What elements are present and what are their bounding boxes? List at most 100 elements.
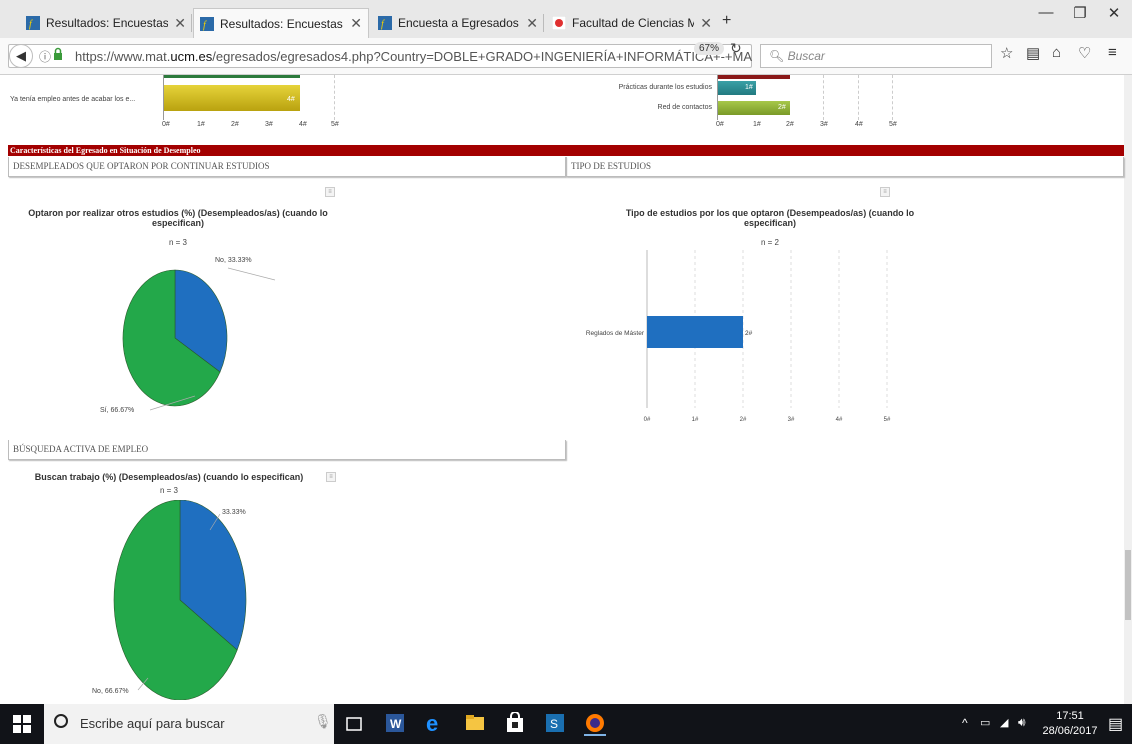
clock-date: 28/06/2017 [1042,725,1098,737]
word-icon[interactable]: W [384,712,406,734]
volume-icon[interactable]: 🔊︎ [1018,715,1026,730]
window-close-icon[interactable]: ✕ [1094,4,1132,22]
search-icon: 🔍︎ [769,49,785,63]
tab-title: Resultados: Encuestas a egr [220,16,344,31]
bar-row-label: Ya tenía empleo antes de acabar los e... [10,96,136,103]
tab-3[interactable]: f Encuesta a Egresados de la F ✕ [372,8,544,38]
chart-title: Tipo de estudios por los que optaron (De… [625,208,915,228]
pie-slices [122,269,228,407]
lock-icon[interactable] [53,47,63,64]
pie-chart-buscan-trabajo [113,500,247,700]
tab-2-active[interactable]: f Resultados: Encuestas a egr ✕ [193,8,369,38]
url-path: /egresados/egresados4.php?Country=DOBLE+… [212,49,753,64]
tick-label: 1# [753,121,761,128]
home-icon[interactable]: ⌂ [1052,44,1061,61]
category-label: Reglados de Máster [586,330,645,337]
microphone-icon[interactable]: 🎙︎ [314,713,332,730]
ucm-favicon-icon: f [26,16,40,30]
bar-value-label: 2# [778,104,786,111]
menu-icon[interactable]: ≡ [1108,44,1117,61]
tick-label: 0# [644,417,651,423]
tick-label: 5# [331,121,339,128]
tick-label: 2# [231,121,239,128]
close-icon[interactable]: ✕ [350,15,362,32]
vertical-scrollbar[interactable] [1124,75,1132,704]
close-icon[interactable]: ✕ [174,15,186,32]
tick-label: 3# [788,417,795,423]
svg-text:e: e [426,712,438,734]
faculty-favicon-icon [551,15,567,31]
chart-menu-icon[interactable]: ≡ [880,187,890,197]
pie-slices [113,500,247,700]
data-label: No, 33.33% [215,257,252,264]
bookmark-star-icon[interactable]: ☆ [1000,44,1013,62]
gridline [334,75,335,120]
windows-start-icon[interactable] [12,714,34,736]
url-prefix: https://www.mat. [75,49,171,64]
taskbar-clock[interactable]: 17:51 28/06/2017 [1040,709,1100,739]
close-icon[interactable]: ✕ [700,15,712,32]
data-label: 33.33% [222,509,246,516]
ucm-favicon-icon: f [378,16,392,30]
firefox-icon[interactable] [584,712,606,736]
tick-label: 5# [889,121,897,128]
chart-subtitle: n = 3 [159,486,178,495]
back-arrow-icon[interactable]: ◀ [9,44,33,68]
gridline [892,75,893,120]
tick-label: 4# [299,121,307,128]
chart-subtitle: n = 3 [168,238,187,247]
previous-bar-remnant [718,75,790,79]
address-bar[interactable]: ◀ ⓘ https://www.mat.ucm.es/egresados/egr… [8,44,752,68]
bar-value-label: 4# [287,96,295,103]
file-explorer-icon[interactable] [464,712,486,734]
reading-list-icon[interactable]: ▤ [1026,44,1040,62]
tab-title: Facultad de Ciencias Matem [572,16,695,30]
tick-label: 0# [162,121,170,128]
notifications-icon[interactable]: ▤ [1108,714,1123,734]
battery-icon[interactable]: ▭ [980,716,990,729]
top-partial-charts: Ya tenía empleo antes de acabar los e...… [0,75,1132,145]
info-icon[interactable]: ⓘ [39,48,51,65]
task-view-icon[interactable] [344,714,366,736]
pie-chart-optaron [122,267,276,411]
photos-app-icon[interactable]: S [544,712,566,734]
data-label: Sí, 66.67% [100,407,135,414]
chart-menu-icon[interactable]: ≡ [326,472,336,482]
pocket-icon[interactable]: ♡ [1078,44,1091,62]
network-icon[interactable]: ◢ [1000,716,1008,729]
new-tab-button[interactable]: + [722,12,731,30]
taskbar-search-input[interactable]: Escribe aquí para buscar [44,704,334,744]
reload-icon[interactable]: ↻ [730,40,742,57]
subsection-continuar-estudios: DESEMPLEADOS QUE OPTARON POR CONTINUAR E… [8,157,566,177]
gridline [858,75,859,120]
bar-ya-tenia-empleo [164,85,300,111]
search-placeholder: Buscar [787,49,825,63]
cortana-icon [54,714,68,728]
tab-1[interactable]: f Resultados: Encuestas a egr ✕ [20,8,192,38]
bar-chart-tipo-estudios: 0# 1# 2# 3# 4# 5# Reglados de Máster 2# [586,250,891,423]
close-icon[interactable]: ✕ [526,15,538,32]
show-hidden-icons-icon[interactable]: ^ [962,716,968,730]
chart-subtitle: n = 2 [760,238,779,247]
search-input[interactable]: 🔍︎ Buscar [760,44,992,68]
tick-label: 5# [884,417,891,423]
tick-label: 4# [855,121,863,128]
zoom-indicator[interactable]: 67% [694,42,725,55]
subsection-busqueda-activa: BÚSQUEDA ACTIVA DE EMPLEO [8,440,566,460]
bar-value-label: 1# [745,84,753,91]
tick-label: 0# [716,121,724,128]
navigation-bar: ◀ ⓘ https://www.mat.ucm.es/egresados/egr… [0,38,1132,75]
store-icon[interactable] [504,711,526,734]
url-domain: ucm.es [170,49,213,64]
subsection-tipo-estudios: TIPO DE ESTUDIOS [566,157,1124,177]
chart-menu-icon[interactable]: ≡ [325,187,335,197]
bar-row-label: Prácticas durante los estudios [618,84,712,91]
tab-title: Resultados: Encuestas a egr [46,16,169,30]
section-header: Características del Egresado en Situació… [8,145,1124,156]
tab-4[interactable]: Facultad de Ciencias Matem ✕ [546,8,718,38]
gridline [823,75,824,120]
clock-time: 17:51 [1056,710,1084,722]
scrollbar-thumb[interactable] [1125,550,1131,620]
edge-icon[interactable]: e [424,711,446,736]
bar-value-label: 2# [745,330,753,337]
